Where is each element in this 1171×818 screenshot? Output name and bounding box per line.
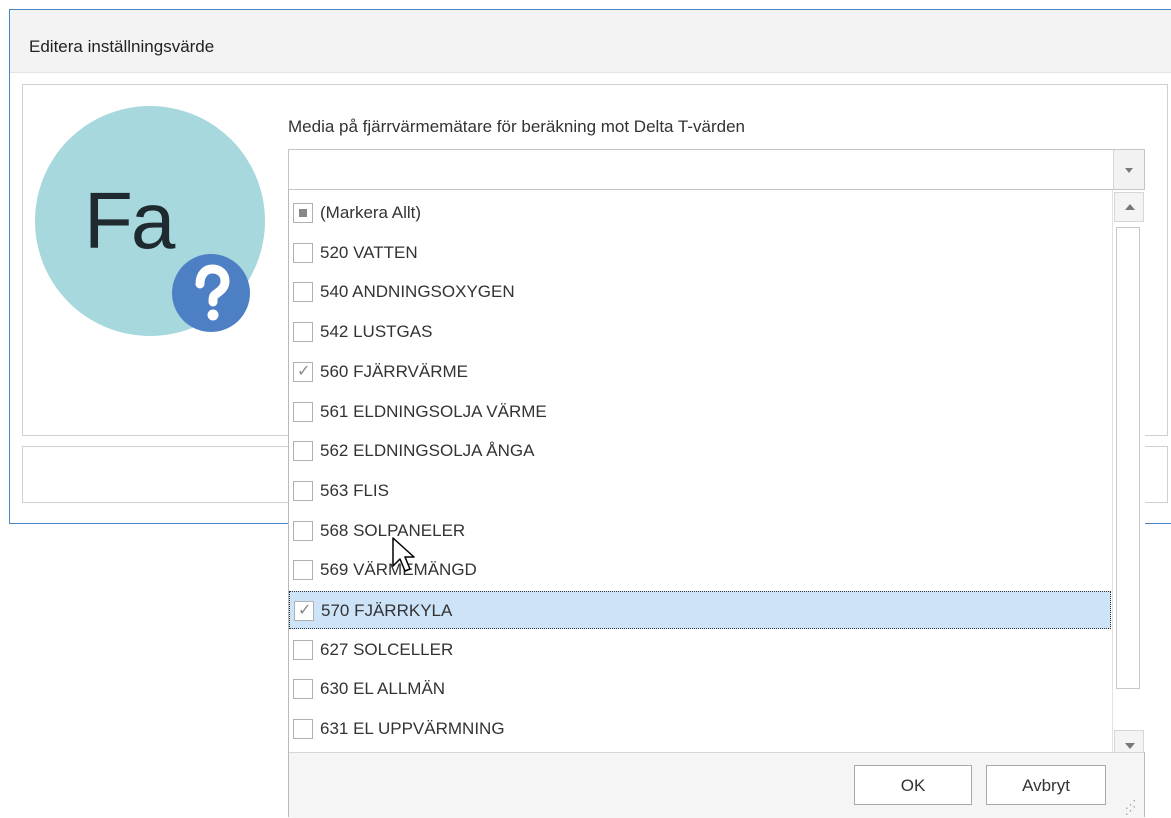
checkbox[interactable] bbox=[293, 243, 313, 263]
dropdown-popup: (Markera Allt) 520 VATTEN 540 ANDNINGSOXYG… bbox=[288, 190, 1145, 818]
list-item-label: 562 ELDNINGSOLJA ÅNGA bbox=[320, 441, 535, 460]
checkbox[interactable] bbox=[293, 481, 313, 501]
checkbox-list: (Markera Allt) 520 VATTEN 540 ANDNINGSOXYG… bbox=[289, 190, 1111, 752]
list-item[interactable]: 562 ELDNINGSOLJA ÅNGA bbox=[289, 432, 1111, 470]
checkbox[interactable]: ✓ bbox=[294, 601, 314, 621]
field-label: Media på fjärrvärmemätare för beräkning … bbox=[288, 117, 745, 136]
checkmark-icon: ✓ bbox=[297, 363, 311, 380]
list-item-label: 630 EL ALLMÄN bbox=[320, 679, 446, 698]
question-icon bbox=[172, 254, 250, 332]
list-item[interactable]: (Markera Allt) bbox=[289, 194, 1111, 232]
list-item-label: 627 SOLCELLER bbox=[320, 640, 454, 659]
logo-text: Fa bbox=[84, 176, 175, 265]
list-item[interactable]: 631 EL UPPVÄRMNING bbox=[289, 710, 1111, 748]
scroll-up-arrow-icon[interactable] bbox=[1114, 192, 1144, 222]
list-item-label: 563 FLIS bbox=[320, 481, 389, 500]
list-item[interactable]: 542 LUSTGAS bbox=[289, 313, 1111, 351]
checkmark-icon: ✓ bbox=[298, 602, 312, 619]
checkbox[interactable] bbox=[293, 521, 313, 541]
list-item-label: 631 EL UPPVÄRMNING bbox=[320, 719, 505, 738]
list-item-label: 540 ANDNINGSOXYGEN bbox=[320, 282, 515, 301]
list-item[interactable]: 627 SOLCELLER bbox=[289, 631, 1111, 669]
checkbox[interactable] bbox=[293, 719, 313, 739]
list-item-label: 560 FJÄRRVÄRME bbox=[320, 362, 469, 381]
list-item[interactable]: ✓ 570 FJÄRRKYLA bbox=[289, 591, 1111, 629]
checkbox[interactable] bbox=[293, 441, 313, 461]
dialog-title: Editera inställningsvärde bbox=[29, 37, 215, 56]
dialog-header: Editera inställningsvärde bbox=[10, 10, 1171, 73]
list-item[interactable]: ✓ 560 FJÄRRVÄRME bbox=[289, 353, 1111, 391]
scrollbar[interactable] bbox=[1112, 190, 1145, 760]
cancel-button[interactable]: Avbryt bbox=[986, 765, 1106, 805]
checkbox[interactable] bbox=[293, 282, 313, 302]
checkbox[interactable] bbox=[293, 203, 313, 223]
checkbox[interactable] bbox=[293, 560, 313, 580]
list-item[interactable]: 540 ANDNINGSOXYGEN bbox=[289, 273, 1111, 311]
checkbox[interactable] bbox=[293, 322, 313, 342]
mouse-pointer-icon bbox=[392, 537, 415, 572]
resize-grip-icon[interactable]: ⋰ ⋰ bbox=[1125, 800, 1136, 817]
scrollbar-thumb[interactable] bbox=[1116, 227, 1140, 689]
checkbox[interactable] bbox=[293, 640, 313, 660]
list-item-label: 520 VATTEN bbox=[320, 243, 418, 262]
media-combobox[interactable] bbox=[288, 149, 1145, 190]
checkbox[interactable] bbox=[293, 679, 313, 699]
list-item[interactable]: 561 ELDNINGSOLJA VÄRME bbox=[289, 393, 1111, 431]
ok-button[interactable]: OK bbox=[854, 765, 972, 805]
checkbox[interactable] bbox=[293, 402, 313, 422]
popup-footer: OK Avbryt ⋰ ⋰ bbox=[289, 752, 1144, 818]
list-item-label: (Markera Allt) bbox=[320, 203, 422, 222]
list-item[interactable]: 630 EL ALLMÄN bbox=[289, 670, 1111, 708]
list-item[interactable]: 563 FLIS bbox=[289, 472, 1111, 510]
list-item-label: 542 LUSTGAS bbox=[320, 322, 433, 341]
checkbox[interactable]: ✓ bbox=[293, 362, 313, 382]
list-item-label: 561 ELDNINGSOLJA VÄRME bbox=[320, 402, 547, 421]
list-item[interactable]: 520 VATTEN bbox=[289, 234, 1111, 272]
list-item-label: 570 FJÄRRKYLA bbox=[321, 601, 453, 620]
dropdown-arrow-icon[interactable] bbox=[1113, 150, 1144, 189]
